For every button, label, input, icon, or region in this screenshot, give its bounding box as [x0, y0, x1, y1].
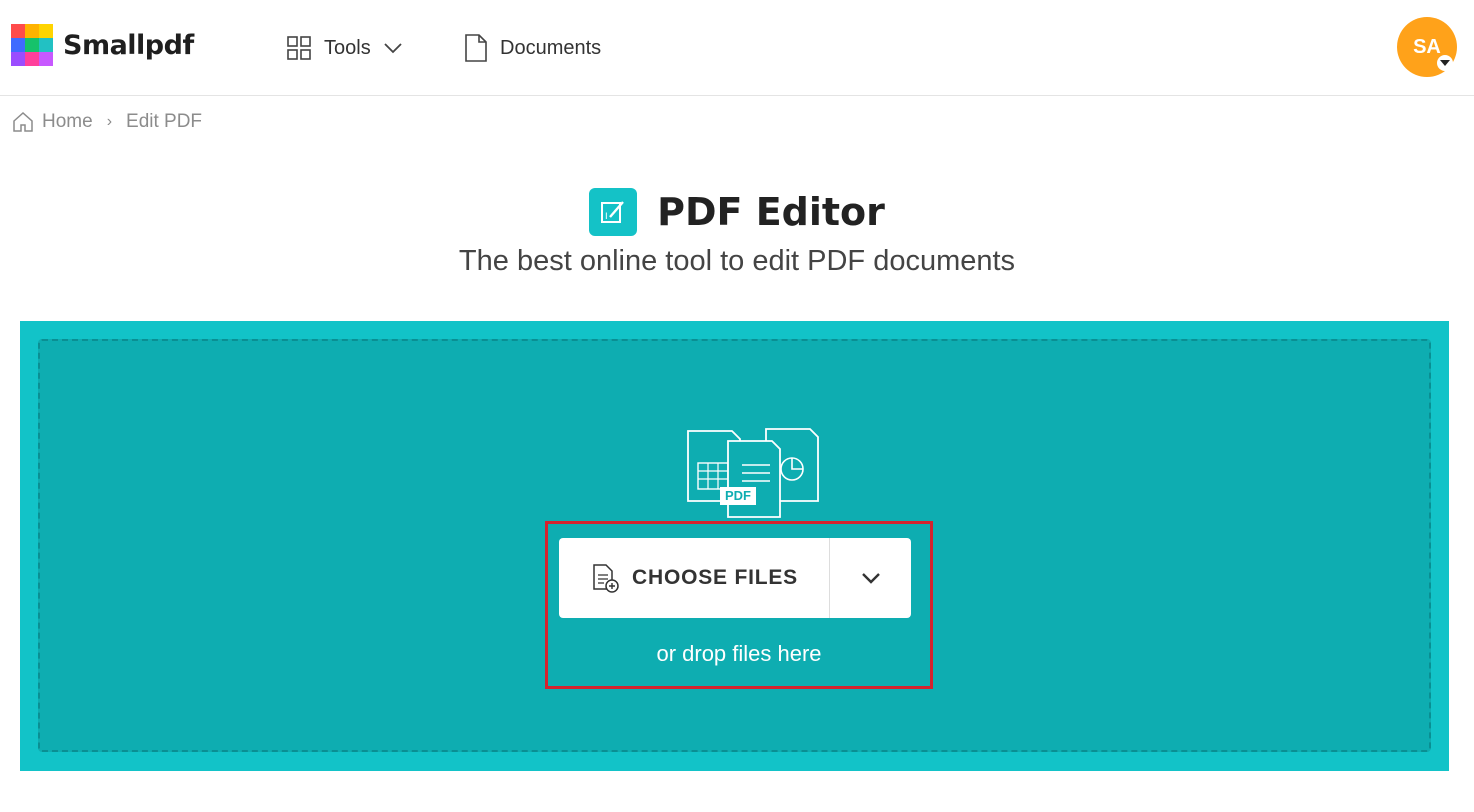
- page-subtitle: The best online tool to edit PDF documen…: [458, 245, 1016, 277]
- file-add-icon: [593, 564, 619, 593]
- documents-link[interactable]: Documents: [464, 28, 601, 68]
- top-header: Smallpdf Tools Documents SA: [0, 0, 1474, 96]
- chevron-down-icon: [861, 573, 880, 584]
- caret-down-icon: [1437, 55, 1453, 71]
- page-title: PDF Editor: [657, 190, 885, 234]
- edit-pdf-icon: I: [589, 188, 638, 236]
- document-icon: [465, 34, 487, 62]
- dropzone-dashed-area[interactable]: PDF CHOOSE FILES or drop files here: [38, 339, 1431, 752]
- tools-menu[interactable]: Tools: [286, 28, 403, 68]
- breadcrumb: Home › Edit PDF: [12, 111, 202, 133]
- choose-files-dropdown-button[interactable]: [830, 538, 911, 618]
- chevron-down-icon: [384, 43, 402, 54]
- smallpdf-logo-icon: [11, 24, 53, 66]
- choose-files-button-group: CHOOSE FILES: [559, 538, 911, 618]
- breadcrumb-separator: ›: [106, 113, 113, 130]
- breadcrumb-home[interactable]: Home: [42, 111, 93, 133]
- smallpdf-logo[interactable]: Smallpdf: [11, 24, 194, 66]
- tools-label: Tools: [324, 36, 371, 59]
- grid-icon: [287, 36, 311, 60]
- page-title-row: I PDF Editor: [0, 188, 1474, 236]
- pdf-badge: PDF: [725, 488, 751, 503]
- breadcrumb-current: Edit PDF: [126, 111, 203, 132]
- choose-files-label: CHOOSE FILES: [632, 566, 798, 589]
- drop-files-hint: or drop files here: [656, 641, 822, 666]
- logo-text: Smallpdf: [63, 29, 194, 61]
- avatar-initials: SA: [1413, 35, 1441, 58]
- file-dropzone[interactable]: PDF CHOOSE FILES or drop files here: [20, 321, 1449, 771]
- user-avatar[interactable]: SA: [1397, 17, 1457, 77]
- choose-files-button[interactable]: CHOOSE FILES: [559, 538, 829, 618]
- files-illustration-icon: [687, 428, 819, 518]
- documents-label: Documents: [500, 36, 602, 59]
- svg-text:I: I: [605, 212, 608, 222]
- home-icon[interactable]: [12, 111, 34, 133]
